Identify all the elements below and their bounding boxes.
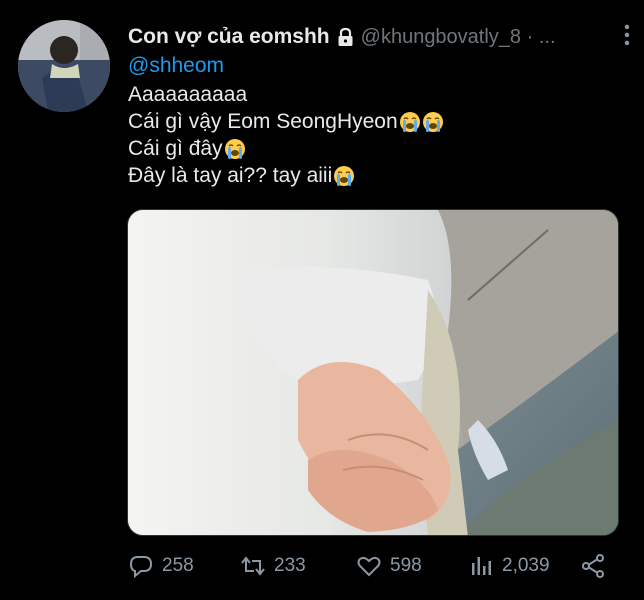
retweet-button[interactable]: 233	[240, 548, 306, 584]
like-button[interactable]: 598	[356, 548, 422, 584]
tweet-line: Aaaaaaaaaa	[128, 83, 248, 106]
avatar-image	[18, 20, 110, 112]
display-name[interactable]: Con vợ của eomshh	[128, 25, 330, 49]
reply-count: 258	[162, 555, 194, 576]
views-button[interactable]: 2,039	[468, 548, 550, 584]
like-count: 598	[390, 555, 422, 576]
lock-icon	[338, 27, 353, 46]
retweet-count: 233	[274, 555, 306, 576]
tweet-actions: 258 233 598 2,039	[128, 548, 618, 584]
share-icon	[582, 554, 604, 578]
tweet-line: Cái gì vậy Eom SeongHyeon	[128, 108, 444, 135]
reply-icon	[129, 556, 153, 579]
more-options-icon[interactable]	[618, 22, 636, 48]
avatar[interactable]	[18, 20, 110, 112]
analytics-icon	[472, 557, 491, 575]
photo-image	[128, 210, 618, 535]
loudly-crying-face-icon	[334, 165, 355, 186]
share-button[interactable]	[580, 548, 614, 584]
loudly-crying-face-icon	[399, 111, 420, 132]
loudly-crying-face-icon	[224, 138, 245, 159]
views-count: 2,039	[502, 555, 550, 576]
retweet-icon	[241, 556, 265, 576]
tweet-line: Đây là tay ai?? tay aiii	[128, 162, 444, 189]
loudly-crying-face-icon	[422, 111, 443, 132]
tweet: Con vợ của eomshh @khungbovatly_8 · ... …	[0, 0, 644, 600]
author-handle[interactable]: @khungbovatly_8 · ...	[361, 26, 556, 49]
reply-button[interactable]: 258	[128, 548, 194, 584]
tweet-header: Con vợ của eomshh @khungbovatly_8 · ...	[128, 22, 628, 52]
heart-icon	[357, 556, 381, 577]
tweet-text: Aaaaaaaaaa Cái gì vậy Eom SeongHyeon Cái…	[128, 81, 444, 189]
mention-link[interactable]: @shheom	[128, 54, 224, 78]
tweet-line: Cái gì đây	[128, 135, 444, 162]
tweet-photo[interactable]	[127, 209, 619, 536]
